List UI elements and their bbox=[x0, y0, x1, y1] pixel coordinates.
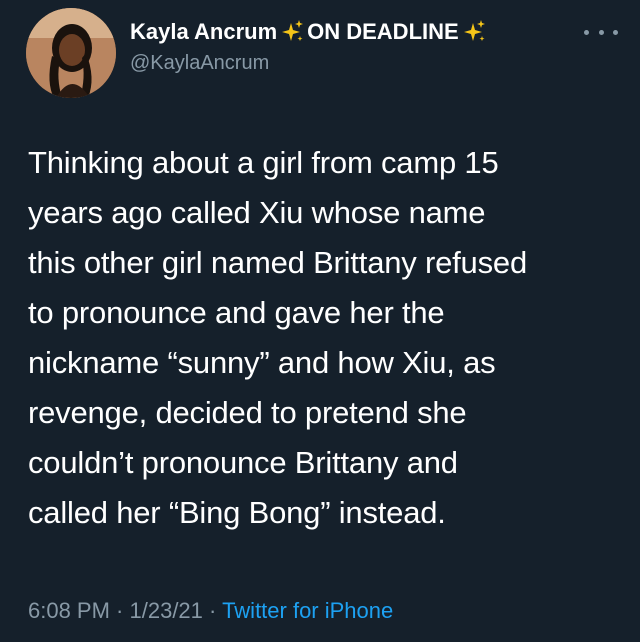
tweet-card: Kayla Ancrum ON DEADLINE @KaylaAncrum Th… bbox=[0, 0, 640, 642]
tweet-line: revenge, decided to pretend she bbox=[28, 395, 467, 430]
user-handle[interactable]: @KaylaAncrum bbox=[130, 50, 560, 76]
more-dot bbox=[584, 29, 589, 35]
meta-separator: · bbox=[202, 598, 223, 623]
display-name-suffix: ON DEADLINE bbox=[307, 19, 459, 44]
more-dot bbox=[598, 29, 604, 35]
tweet-line: years ago called Xiu whose name bbox=[28, 195, 486, 230]
display-name[interactable]: Kayla Ancrum ON DEADLINE bbox=[130, 18, 560, 46]
avatar[interactable] bbox=[26, 8, 116, 98]
tweet-time[interactable]: 6:08 PM bbox=[28, 598, 110, 623]
tweet-meta: 6:08 PM · 1/23/21 · Twitter for iPhone bbox=[28, 596, 393, 626]
tweet-source-link[interactable]: Twitter for iPhone bbox=[222, 598, 393, 623]
tweet-line: this other girl named Brittany refused bbox=[28, 245, 527, 280]
tweet-header: Kayla Ancrum ON DEADLINE @KaylaAncrum bbox=[130, 18, 560, 76]
profile-photo bbox=[26, 8, 116, 98]
tweet-line: couldn’t pronounce Brittany and bbox=[28, 445, 458, 480]
more-dot bbox=[613, 29, 618, 35]
meta-separator: · bbox=[109, 598, 130, 623]
sparkles-icon bbox=[463, 20, 485, 41]
tweet-line: called her “Bing Bong” instead. bbox=[28, 495, 446, 530]
tweet-text: Thinking about a girl from camp 15 years… bbox=[28, 138, 628, 538]
tweet-line: Thinking about a girl from camp 15 bbox=[28, 145, 499, 180]
sparkles-icon bbox=[282, 20, 304, 41]
tweet-line: nickname “sunny” and how Xiu, as bbox=[28, 345, 496, 380]
display-name-text: Kayla Ancrum bbox=[130, 19, 278, 44]
tweet-date[interactable]: 1/23/21 bbox=[130, 598, 203, 623]
tweet-line: to pronounce and gave her the bbox=[28, 295, 445, 330]
more-options-icon[interactable] bbox=[584, 22, 618, 42]
